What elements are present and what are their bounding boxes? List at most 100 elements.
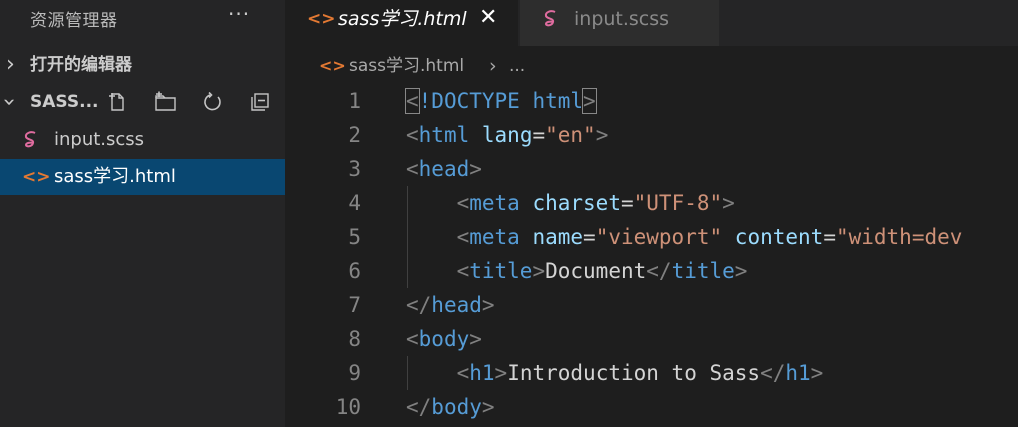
close-icon[interactable]: ✕	[479, 0, 497, 36]
chevron-down-icon: ›	[0, 98, 26, 107]
tab-sass-html[interactable]: <> sass学习.html ✕	[285, 0, 518, 46]
tab-label: input.scss	[574, 8, 670, 30]
code-text: <body>	[406, 322, 482, 356]
code-token: <	[456, 225, 470, 249]
folder-section[interactable]: › SASS...	[0, 84, 285, 120]
code-token: charset	[532, 191, 621, 215]
code-token: <	[406, 157, 419, 181]
line-number: 4	[348, 191, 361, 215]
new-folder-icon[interactable]	[154, 90, 178, 114]
line-number: 10	[335, 395, 361, 419]
code-line[interactable]: 3 <head>	[285, 152, 1018, 186]
breadcrumb-more[interactable]: ...	[509, 50, 525, 82]
chevron-right-icon: ›	[489, 55, 497, 77]
code-token: meta	[469, 191, 520, 215]
open-editors-section[interactable]: › 打开的编辑器	[0, 47, 285, 83]
code-token: "UTF-8"	[633, 191, 723, 215]
code-token: <	[406, 123, 419, 147]
line-number: 2	[348, 123, 361, 147]
explorer-sidebar: 资源管理器 ··· › 打开的编辑器 › SASS...	[0, 0, 285, 427]
code-token: >	[481, 395, 495, 419]
file-item-input-scss[interactable]: input.scss	[0, 122, 285, 158]
new-file-icon[interactable]	[106, 90, 130, 114]
code-token: <	[456, 191, 470, 215]
code-line[interactable]: 10 </body>	[285, 390, 1018, 424]
code-token: html	[418, 123, 470, 147]
file-item-sass-html[interactable]: <> sass学习.html	[0, 159, 285, 195]
code-token: title	[671, 259, 735, 283]
tab-label: sass学习.html	[338, 8, 467, 30]
file-name: sass学习.html	[54, 166, 176, 187]
line-number: 6	[348, 259, 361, 283]
breadcrumb: <> sass学习.html › ...	[285, 50, 1018, 82]
code-line[interactable]: 2 <html lang="en">	[285, 118, 1018, 152]
line-number: 5	[348, 225, 361, 249]
code-line[interactable]: 6 <title>Document</title>	[285, 254, 1018, 288]
code-token: >	[481, 293, 495, 317]
code-token: =	[532, 123, 546, 147]
line-number: 7	[348, 293, 361, 317]
code-token: <	[456, 361, 470, 385]
code-line[interactable]: 4 <meta charset="UTF-8">	[285, 186, 1018, 220]
code-text: <title>Document</title>	[406, 254, 748, 288]
code-token: lang	[481, 123, 533, 147]
code-text: <meta charset="UTF-8">	[406, 186, 735, 220]
code-token: h1	[785, 361, 811, 385]
code-token: >	[722, 191, 735, 215]
code-token: h1	[469, 361, 495, 385]
collapse-all-icon[interactable]	[248, 90, 272, 114]
code-line[interactable]: 1 <!DOCTYPE html>	[285, 84, 1018, 118]
code-token: content	[734, 225, 824, 249]
breadcrumb-file[interactable]: sass学习.html	[349, 50, 464, 82]
code-token: meta	[469, 225, 520, 249]
code-token: Document	[545, 259, 647, 283]
html-file-icon: <>	[319, 56, 346, 75]
line-number: 9	[348, 361, 361, 385]
code-editor[interactable]: 1 <!DOCTYPE html> 2 <html lang="en"> 3 <head>…	[285, 84, 1018, 427]
code-token: body	[431, 395, 482, 419]
code-text: </head>	[406, 288, 495, 322]
code-text: <meta name="viewport" content="width=dev	[406, 220, 963, 254]
code-token: "viewport"	[595, 225, 723, 249]
html-file-icon: <>	[307, 9, 336, 29]
code-token: <	[405, 88, 420, 114]
line-number: 1	[348, 89, 361, 113]
code-token: >	[734, 259, 748, 283]
chevron-right-icon: ›	[6, 52, 15, 77]
code-token: </	[406, 293, 432, 317]
code-token: !DOCTYPE	[418, 89, 520, 113]
code-token: body	[418, 327, 470, 351]
code-token: "width=dev	[835, 225, 963, 249]
code-line[interactable]: 9 <h1>Introduction to Sass</h1>	[285, 356, 1018, 390]
code-text: <html lang="en">	[406, 118, 608, 152]
explorer-header: 资源管理器 ···	[0, 0, 285, 35]
code-token: title	[469, 259, 533, 283]
line-number: 8	[348, 327, 361, 351]
code-token: <	[456, 259, 470, 283]
code-text: <!DOCTYPE html>	[405, 84, 597, 118]
code-token: <	[406, 327, 419, 351]
tab-input-scss[interactable]: input.scss	[520, 0, 719, 46]
code-line[interactable]: 8 <body>	[285, 322, 1018, 356]
refresh-icon[interactable]	[200, 90, 224, 114]
code-token: >	[494, 361, 508, 385]
code-token: >	[469, 157, 482, 181]
code-text: <h1>Introduction to Sass</h1>	[406, 356, 824, 390]
folder-label: SASS...	[30, 92, 99, 112]
code-token: >	[469, 327, 482, 351]
tab-bar: <> sass学习.html ✕ input.scss	[285, 0, 1018, 46]
html-file-icon: <>	[22, 167, 51, 187]
code-line[interactable]: 5 <meta name="viewport" content="width=d…	[285, 220, 1018, 254]
code-token: head	[431, 293, 482, 317]
code-token: =	[823, 225, 836, 249]
code-token: </	[760, 361, 786, 385]
code-token: >	[582, 88, 597, 114]
code-line[interactable]: 7 </head>	[285, 288, 1018, 322]
more-actions-button[interactable]: ···	[228, 2, 250, 26]
